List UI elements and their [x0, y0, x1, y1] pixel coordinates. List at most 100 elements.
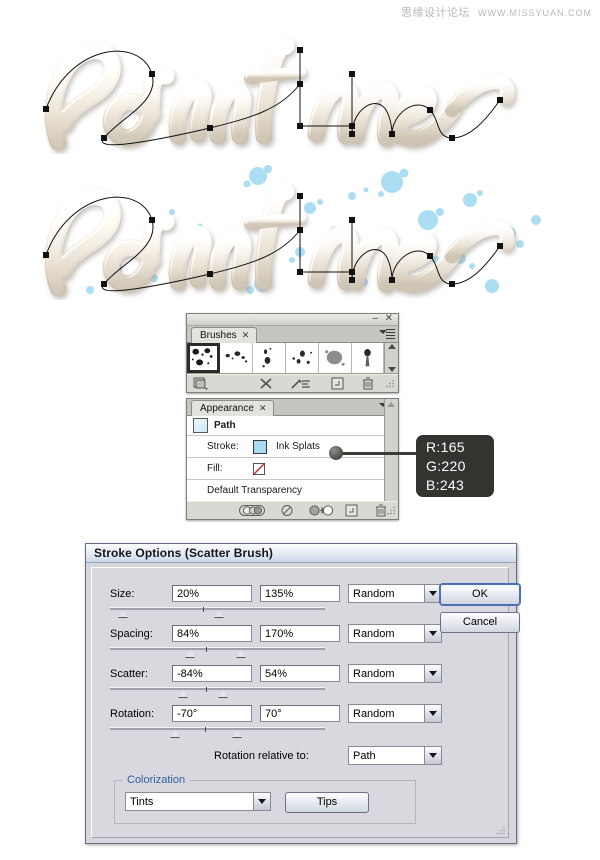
- scatter-slider-max-handle[interactable]: [218, 690, 228, 697]
- spacing-slider-min-handle[interactable]: [185, 650, 195, 657]
- rgb-red-line: R:165: [426, 438, 494, 457]
- brushes-tabrow: Brushes ✕: [187, 326, 398, 343]
- spacing-mode-select[interactable]: Random: [348, 624, 442, 643]
- dialog-titlebar: Stroke Options (Scatter Brush): [86, 544, 516, 563]
- artwork-paint-me-plain: [43, 14, 600, 154]
- artwork-paint-me-splattered: [43, 165, 541, 300]
- default-transparency-label: Default Transparency: [207, 485, 303, 496]
- brush-thumbnail-2[interactable]: [219, 343, 253, 373]
- stroke-color-swatch[interactable]: [253, 439, 267, 454]
- size-min-input[interactable]: 20%: [172, 585, 252, 602]
- close-icon[interactable]: ✕: [385, 314, 393, 324]
- tab-close-icon[interactable]: ✕: [259, 403, 267, 414]
- rotation-row: Rotation: -70° 70° Random: [110, 704, 442, 737]
- rgb-blue-label: B:: [426, 477, 440, 493]
- rotation-slider-min-handle[interactable]: [170, 730, 180, 737]
- scatter-slider-track[interactable]: [110, 687, 325, 697]
- spacing-min-input[interactable]: 84%: [172, 625, 252, 642]
- delete-item-icon[interactable]: [375, 504, 387, 517]
- brush-options-icon[interactable]: [291, 377, 311, 390]
- size-slider-track[interactable]: [110, 607, 325, 617]
- rotation-max-input[interactable]: 70°: [260, 705, 340, 722]
- tab-appearance[interactable]: Appearance ✕: [191, 400, 275, 416]
- brushes-toolbar: [187, 374, 398, 392]
- brush-thumbnail-5[interactable]: [318, 343, 352, 373]
- remove-brush-stroke-icon[interactable]: [259, 377, 273, 390]
- rgb-green-value: 220: [441, 458, 466, 474]
- brush-libraries-icon[interactable]: [193, 377, 208, 390]
- rotation-min-input[interactable]: -70°: [172, 705, 252, 722]
- fill-label: Fill:: [207, 463, 223, 474]
- chevron-down-icon[interactable]: [424, 585, 441, 602]
- colorization-group: Colorization Tints Tips: [114, 774, 416, 824]
- spacing-slider-max-handle[interactable]: [236, 650, 246, 657]
- chevron-down-icon[interactable]: [424, 705, 441, 722]
- chevron-down-icon[interactable]: [424, 625, 441, 642]
- ok-button[interactable]: OK: [440, 584, 520, 605]
- scroll-down-icon[interactable]: [387, 367, 396, 372]
- rgb-blue-value: 243: [439, 477, 465, 493]
- size-max-input[interactable]: 135%: [260, 585, 340, 602]
- tab-appearance-label: Appearance: [200, 403, 254, 414]
- size-slider-mark: [203, 607, 204, 612]
- scatter-min-input[interactable]: -84%: [172, 665, 252, 682]
- stroke-label: Stroke:: [207, 441, 239, 452]
- chevron-down-icon[interactable]: [424, 665, 441, 682]
- fill-none-swatch[interactable]: [253, 462, 265, 475]
- rotation-mode-select[interactable]: Random: [348, 704, 442, 723]
- rotation-slider-track[interactable]: [110, 727, 325, 737]
- brush-thumbnail-3[interactable]: [252, 343, 286, 373]
- scroll-up-icon[interactable]: [387, 344, 396, 349]
- clear-appearance-icon[interactable]: [281, 504, 293, 517]
- new-art-basic-appearance-icon[interactable]: [239, 505, 265, 516]
- scatter-mode-select[interactable]: Random: [348, 664, 442, 683]
- appearance-row-transparency[interactable]: Default Transparency: [187, 480, 398, 501]
- rotation-slider-max-handle[interactable]: [232, 730, 242, 737]
- brush-thumbnail-4[interactable]: [285, 343, 319, 373]
- brush-thumbnail-6[interactable]: [351, 343, 385, 373]
- size-mode-select[interactable]: Random: [348, 584, 442, 603]
- dialog-body: Size: 20% 135% Random Spacing: 84% 170% …: [91, 567, 520, 838]
- dialog-title-text: Stroke Options (Scatter Brush): [94, 546, 274, 560]
- brushes-scrollbar[interactable]: [384, 343, 398, 373]
- chevron-down-icon[interactable]: [424, 747, 441, 764]
- chevron-down-icon[interactable]: [253, 793, 270, 810]
- appearance-row-path[interactable]: Path: [187, 416, 398, 436]
- tab-close-icon[interactable]: ✕: [242, 330, 250, 341]
- reduce-to-basic-appearance-icon[interactable]: [309, 504, 333, 517]
- tab-brushes-label: Brushes: [200, 330, 237, 341]
- scatter-slider-min-handle[interactable]: [178, 690, 188, 697]
- cancel-button[interactable]: Cancel: [440, 612, 520, 633]
- scatter-label: Scatter:: [110, 668, 148, 680]
- rotation-slider-mark: [205, 727, 206, 732]
- brush-thumbnail-1[interactable]: [187, 343, 220, 373]
- size-label: Size:: [110, 588, 135, 600]
- dialog-resize-grip-icon[interactable]: [497, 826, 506, 835]
- minimize-icon[interactable]: –: [372, 314, 378, 324]
- size-row: Size: 20% 135% Random: [110, 584, 442, 617]
- brushes-panel-titlebar: – ✕: [187, 314, 398, 326]
- spacing-row: Spacing: 84% 170% Random: [110, 624, 442, 657]
- brushes-flyout-menu-icon[interactable]: [379, 328, 395, 340]
- rotation-label: Rotation:: [110, 708, 155, 720]
- resize-grip-icon[interactable]: [386, 377, 395, 390]
- size-slider-min-handle[interactable]: [118, 610, 128, 617]
- spacing-slider-track[interactable]: [110, 647, 325, 657]
- new-brush-icon[interactable]: [331, 377, 344, 390]
- scatter-max-input[interactable]: 54%: [260, 665, 340, 682]
- colorization-method-select[interactable]: Tints: [125, 792, 271, 811]
- tips-button[interactable]: Tips: [285, 792, 369, 813]
- duplicate-item-icon[interactable]: [345, 504, 358, 517]
- rotation-relative-select[interactable]: Path: [348, 746, 442, 765]
- tab-brushes[interactable]: Brushes ✕: [191, 327, 258, 343]
- delete-brush-icon[interactable]: [362, 377, 374, 390]
- resize-grip-icon[interactable]: [387, 504, 396, 517]
- appearance-row-fill[interactable]: Fill:: [187, 458, 398, 480]
- spacing-label: Spacing:: [110, 628, 153, 640]
- size-slider-max-handle[interactable]: [214, 610, 224, 617]
- spacing-slider-mark: [206, 647, 207, 652]
- spacing-mode-value: Random: [353, 627, 395, 640]
- scatter-slider-mark: [206, 687, 207, 692]
- colorization-method-value: Tints: [130, 795, 154, 808]
- spacing-max-input[interactable]: 170%: [260, 625, 340, 642]
